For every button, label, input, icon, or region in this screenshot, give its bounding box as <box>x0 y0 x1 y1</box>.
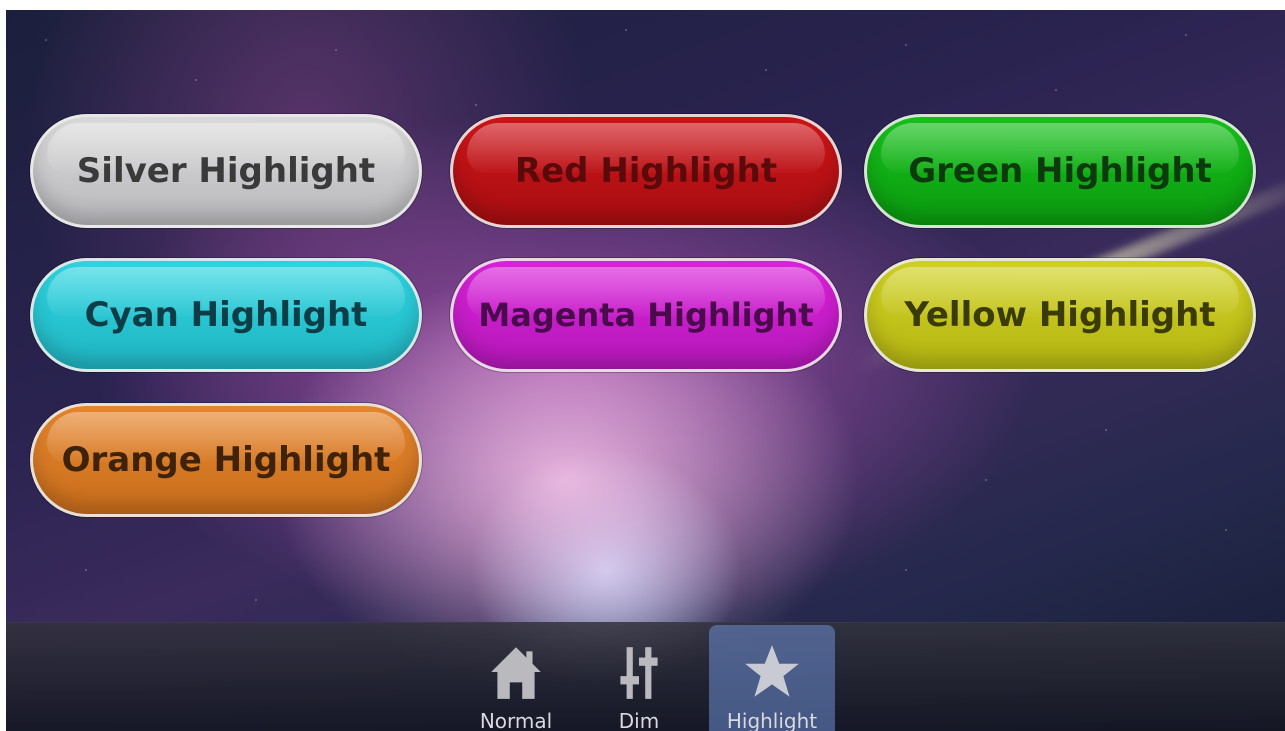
app-screen: Silver Highlight Red Highlight Green Hig… <box>6 10 1285 731</box>
tab-normal-label: Normal <box>479 709 553 731</box>
star-icon <box>745 645 799 697</box>
orange-highlight-button[interactable]: Orange Highlight <box>30 403 422 517</box>
silver-highlight-button[interactable]: Silver Highlight <box>30 114 422 228</box>
silver-highlight-label: Silver Highlight <box>76 151 376 191</box>
yellow-highlight-button[interactable]: Yellow Highlight <box>864 258 1256 372</box>
cyan-highlight-label: Cyan Highlight <box>84 295 368 335</box>
yellow-highlight-label: Yellow Highlight <box>904 295 1216 335</box>
green-highlight-button[interactable]: Green Highlight <box>864 114 1256 228</box>
orange-highlight-label: Orange Highlight <box>61 440 391 480</box>
red-highlight-label: Red Highlight <box>514 151 778 191</box>
magenta-highlight-button[interactable]: Magenta Highlight <box>450 258 842 372</box>
cyan-highlight-button[interactable]: Cyan Highlight <box>30 258 422 372</box>
tab-dim-label: Dim <box>618 709 660 731</box>
home-icon <box>491 647 541 699</box>
green-highlight-label: Green Highlight <box>908 151 1212 191</box>
tab-highlight[interactable]: Highlight <box>709 625 835 731</box>
tab-dim[interactable]: Dim <box>594 625 684 731</box>
red-highlight-button[interactable]: Red Highlight <box>450 114 842 228</box>
sliders-icon <box>620 647 658 699</box>
tab-highlight-label: Highlight <box>726 709 818 731</box>
tab-normal[interactable]: Normal <box>471 625 561 731</box>
magenta-highlight-label: Magenta Highlight <box>478 296 814 334</box>
